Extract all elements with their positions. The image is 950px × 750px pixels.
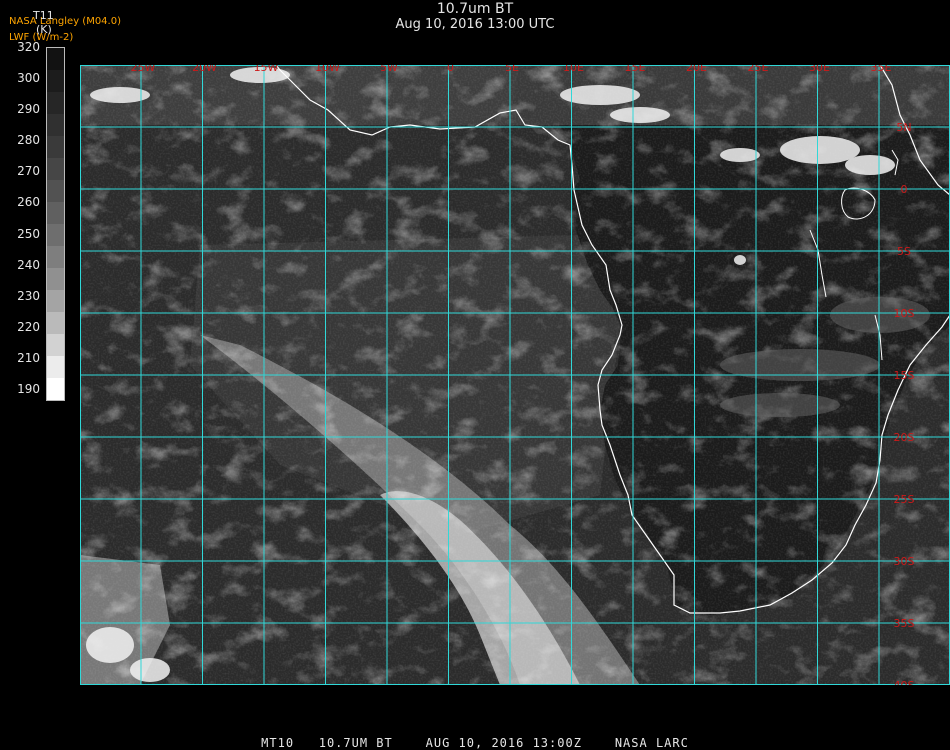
latitude-label: 15S — [894, 369, 915, 382]
colorbar-segment — [47, 334, 64, 356]
longitude-label: 0 — [447, 65, 454, 74]
colorbar-segment — [47, 268, 64, 290]
colorbar-segment — [47, 136, 64, 158]
colorbar-segment — [47, 202, 64, 224]
longitude-label: 25E — [748, 65, 769, 74]
longitude-label: 20W — [192, 65, 217, 74]
footer-caption: MT10 10.7UM BT AUG 10, 2016 13:00Z NASA … — [261, 736, 689, 750]
latitude-label: 5S — [897, 245, 911, 258]
longitude-label: 10W — [315, 65, 340, 74]
colorbar-tick-label: 210 — [17, 350, 40, 365]
colorbar-segment — [47, 48, 64, 70]
latitude-label: 40S — [894, 679, 915, 685]
longitude-label: 35E — [871, 65, 892, 74]
colorbar-tick-label: 250 — [17, 226, 40, 241]
longitude-label: 5E — [505, 65, 519, 74]
longitude-label: 20E — [686, 65, 707, 74]
latitude-label: 20S — [894, 431, 915, 444]
longitude-label: 15E — [625, 65, 646, 74]
colorbar-tick-label: 190 — [17, 382, 40, 396]
colorbar-tick-label: 280 — [17, 133, 40, 148]
colorbar-segment — [47, 92, 64, 114]
colorbar-segment — [47, 70, 64, 92]
latitude-label: 5N — [896, 121, 911, 134]
colorbar-tick-label: 290 — [17, 102, 40, 117]
latitude-label: 30S — [894, 555, 915, 568]
colorbar-segment — [47, 180, 64, 202]
map-panel: 25W 20W 15W 10W 5W 0 5E 10E 15E 20E 25E 30E 35E 5N 0 5… — [80, 65, 950, 685]
longitude-label: 25W — [131, 65, 156, 74]
colorbar-segment — [47, 378, 64, 400]
longitude-label: 15W — [254, 65, 279, 74]
colorbar-segment — [47, 356, 64, 378]
producer-label: NASA Langley (M04.0) — [9, 16, 121, 27]
longitude-label: 10E — [563, 65, 584, 74]
latitude-label: 0 — [901, 183, 908, 196]
colorbar-segment — [47, 158, 64, 180]
colorbar-tick-label: 300 — [17, 71, 40, 86]
satellite-image-view: 10.7um BT Aug 10, 2016 13:00 UTC NASA La… — [0, 0, 950, 750]
colorbar-segment — [47, 224, 64, 246]
longitude-label: 30E — [809, 65, 830, 74]
colorbar-tick-label: 260 — [17, 195, 40, 210]
temperature-colorbar — [46, 47, 65, 401]
colorbar-segment — [47, 114, 64, 136]
colorbar-tick-label: 320 — [17, 40, 40, 54]
colorbar-segment — [47, 246, 64, 268]
latitude-label: 35S — [894, 617, 915, 630]
colorbar-tick-label: 240 — [17, 257, 40, 272]
colorbar-tick-label: 220 — [17, 319, 40, 334]
colorbar-tick-label: 270 — [17, 164, 40, 179]
latitude-label: 10S — [894, 307, 915, 320]
image-title: 10.7um BT — [436, 1, 514, 17]
latitude-label: 25S — [894, 493, 915, 506]
colorbar-segment — [47, 290, 64, 312]
legend-variable: T11 — [33, 9, 54, 22]
image-timestamp: Aug 10, 2016 13:00 UTC — [395, 17, 555, 32]
colorbar-segment — [47, 312, 64, 334]
longitude-label: 5W — [380, 65, 398, 74]
colorbar-tick-label: 230 — [17, 288, 40, 303]
legend-units: (K) — [36, 23, 52, 36]
